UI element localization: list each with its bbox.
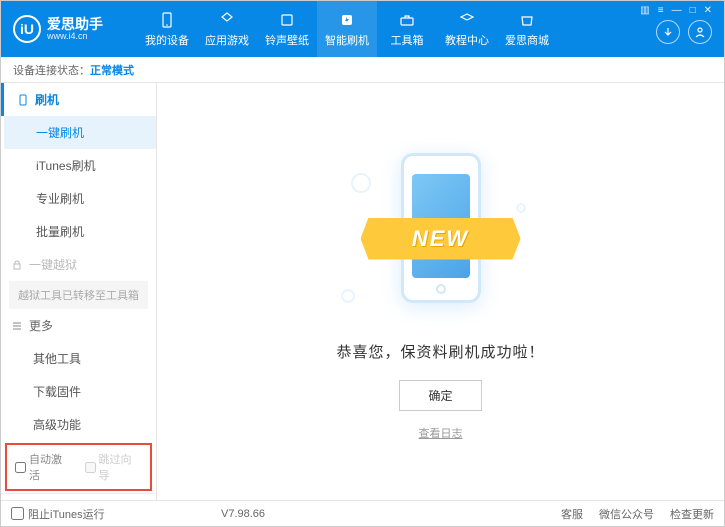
device-icon (158, 11, 176, 29)
success-message: 恭喜您，保资料刷机成功啦！ (336, 341, 544, 362)
flash-icon (338, 11, 356, 29)
version-label: V7.98.66 (221, 508, 265, 520)
sidebar-item-other-tools[interactable]: 其他工具 (1, 342, 156, 375)
device-info: iPhone 15 Pro Max 512GB iPhone (1, 493, 156, 500)
sidebar-section-jailbreak[interactable]: 一键越狱 (1, 248, 156, 281)
tab-my-device[interactable]: 我的设备 (137, 1, 197, 57)
download-button[interactable] (656, 20, 680, 44)
footer-link-wechat[interactable]: 微信公众号 (599, 506, 654, 522)
app-header: iU 爱思助手 www.i4.cn 我的设备 应用游戏 铃声壁纸 智能刷机 工具… (1, 1, 724, 57)
maximize-icon[interactable]: □ (690, 5, 696, 16)
new-banner: NEW (361, 218, 521, 260)
toolbox-icon (398, 11, 416, 29)
tab-tutorials[interactable]: 教程中心 (437, 1, 497, 57)
tab-apps-games[interactable]: 应用游戏 (197, 1, 257, 57)
logo-icon: iU (13, 15, 41, 43)
menu-icon[interactable]: ≡ (658, 5, 664, 16)
view-log-link[interactable]: 查看日志 (419, 425, 463, 441)
sidebar-item-oneclick-flash[interactable]: 一键刷机 (4, 116, 156, 149)
lock-icon[interactable]: ▥ (640, 5, 649, 16)
sidebar: 刷机 一键刷机 iTunes刷机 专业刷机 批量刷机 一键越狱 越狱工具已转移至… (1, 83, 157, 500)
tab-store[interactable]: 爱思商城 (497, 1, 557, 57)
app-subtitle: www.i4.cn (47, 31, 103, 42)
sidebar-section-flash[interactable]: 刷机 (1, 83, 156, 116)
sidebar-jailbreak-notice: 越狱工具已转移至工具箱 (9, 281, 148, 309)
sidebar-item-pro-flash[interactable]: 专业刷机 (4, 182, 156, 215)
nav-tabs: 我的设备 应用游戏 铃声壁纸 智能刷机 工具箱 教程中心 爱思商城 (137, 1, 557, 57)
app-title: 爱思助手 (47, 17, 103, 31)
store-icon (518, 11, 536, 29)
footer-link-support[interactable]: 客服 (561, 506, 583, 522)
main-content: NEW 恭喜您，保资料刷机成功啦！ 确定 查看日志 (157, 83, 724, 500)
sidebar-item-advanced[interactable]: 高级功能 (1, 408, 156, 441)
checkbox-row-highlighted: 自动激活 跳过向导 (5, 443, 152, 491)
more-icon (11, 320, 23, 332)
ok-button[interactable]: 确定 (399, 380, 481, 411)
tab-toolbox[interactable]: 工具箱 (377, 1, 437, 57)
status-mode: 正常模式 (90, 62, 134, 78)
tab-smart-flash[interactable]: 智能刷机 (317, 1, 377, 57)
minimize-icon[interactable]: — (672, 5, 682, 16)
block-itunes-checkbox[interactable]: 阻止iTunes运行 (11, 506, 105, 522)
sidebar-item-batch-flash[interactable]: 批量刷机 (4, 215, 156, 248)
logo-area: iU 爱思助手 www.i4.cn (1, 15, 137, 43)
lock-icon (11, 259, 23, 271)
checkbox-auto-activate[interactable]: 自动激活 (15, 451, 73, 483)
tab-ringtones[interactable]: 铃声壁纸 (257, 1, 317, 57)
success-illustration: NEW (371, 143, 511, 323)
sidebar-item-itunes-flash[interactable]: iTunes刷机 (4, 149, 156, 182)
sidebar-item-download-firmware[interactable]: 下载固件 (1, 375, 156, 408)
status-label: 设备连接状态： (13, 62, 90, 78)
user-button[interactable] (688, 20, 712, 44)
footer: 阻止iTunes运行 V7.98.66 客服 微信公众号 检查更新 (1, 500, 724, 526)
tutorial-icon (458, 11, 476, 29)
sidebar-section-more[interactable]: 更多 (1, 309, 156, 342)
ringtone-icon (278, 11, 296, 29)
window-controls: ▥ ≡ — □ ✕ (640, 1, 716, 16)
apps-icon (218, 11, 236, 29)
checkbox-skip-guide[interactable]: 跳过向导 (85, 451, 143, 483)
status-bar: 设备连接状态： 正常模式 (1, 57, 724, 83)
close-icon[interactable]: ✕ (704, 5, 712, 16)
footer-link-update[interactable]: 检查更新 (670, 506, 714, 522)
flash-section-icon (17, 94, 29, 106)
